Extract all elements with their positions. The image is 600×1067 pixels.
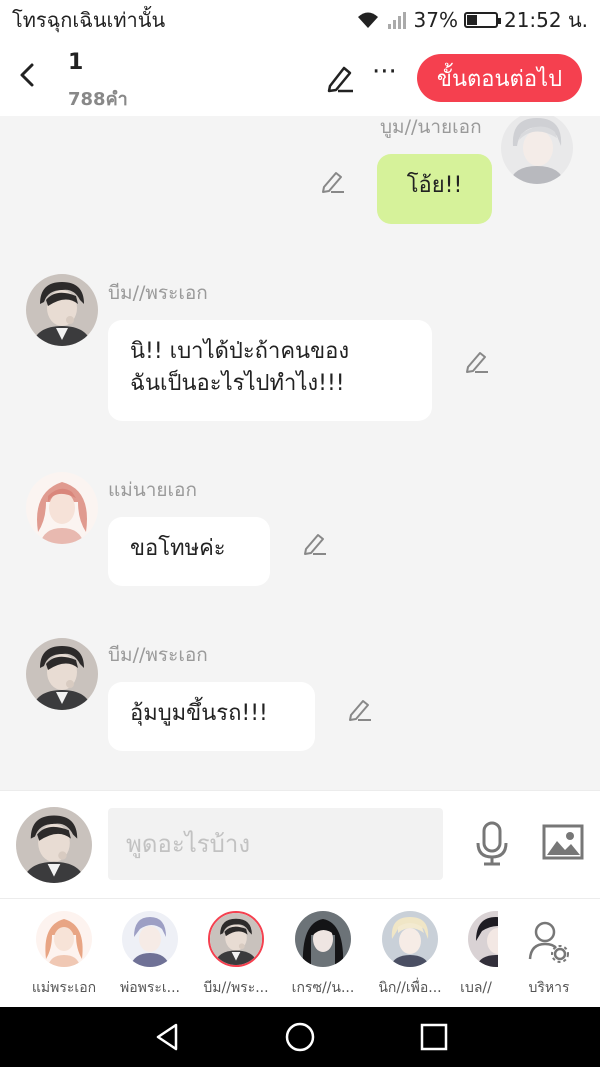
character-item[interactable]: เบล// <box>444 911 508 999</box>
character-name: พ่อพระเ... <box>119 980 181 996</box>
avatar-image <box>26 472 98 544</box>
manage-characters-button[interactable]: บริหาร <box>512 919 586 999</box>
square-recents-icon <box>420 1023 448 1051</box>
character-item[interactable]: นิก//เพื่อ... <box>366 911 454 999</box>
triangle-back-icon <box>156 1023 178 1051</box>
avatar[interactable] <box>26 638 98 710</box>
edit-message-button[interactable] <box>464 348 490 374</box>
nav-home-button[interactable] <box>284 1021 316 1053</box>
carrier-text: โทรฉุกเฉินเท่านั้น <box>12 8 166 32</box>
avatar-image <box>16 807 92 883</box>
system-nav-bar <box>0 1007 600 1067</box>
edit-title-button[interactable] <box>324 62 356 94</box>
avatar-image <box>295 911 351 967</box>
clock-text: 21:52 น. <box>503 8 588 32</box>
message-input-bar <box>0 790 600 898</box>
wifi-icon <box>357 12 378 28</box>
avatar <box>122 911 178 967</box>
word-count: 788คำ <box>68 89 128 110</box>
avatar <box>382 911 438 967</box>
avatar-image <box>382 911 438 967</box>
edit-message-button[interactable] <box>302 530 328 556</box>
message-sender: แม่นายเอก <box>108 479 197 501</box>
back-button[interactable] <box>14 58 42 92</box>
avatar-image <box>122 911 178 967</box>
nav-recents-button[interactable] <box>418 1021 450 1053</box>
status-icons: 37% 21:52 น. <box>356 4 588 36</box>
avatar <box>295 911 351 967</box>
edit-message-button[interactable] <box>320 168 346 194</box>
microphone-icon <box>476 821 508 866</box>
chat-area[interactable]: บูม//นายเอก โอ้ย!! บีม//พระเอก นิ!! เบาไ… <box>0 116 600 790</box>
avatar[interactable] <box>26 472 98 544</box>
message-sender: บีม//พระเอก <box>108 282 208 304</box>
message-line: นิ!! เบาได้ป่ะถ้าคนของ <box>130 339 350 364</box>
character-name: นิก//เพื่อ... <box>378 980 442 996</box>
avatar <box>468 911 498 967</box>
avatar <box>208 911 264 967</box>
message-sender: บีม//พระเอก <box>108 644 208 666</box>
character-name: เบล// <box>460 980 492 996</box>
message-bubble[interactable]: นิ!! เบาได้ป่ะถ้าคนของ ฉันเป็นอะไรไปทำไง… <box>108 320 432 421</box>
message-line: ฉันเป็นอะไรไปทำไง!!! <box>130 371 345 396</box>
avatar-image <box>26 274 98 346</box>
nav-back-button[interactable] <box>152 1021 184 1053</box>
circle-home-icon <box>285 1022 315 1052</box>
pencil-icon <box>466 352 488 373</box>
avatar-image <box>210 913 262 965</box>
manage-label: บริหาร <box>528 980 570 996</box>
message-bubble[interactable]: อุ้มบูมขึ้นรถ!!! <box>108 682 315 751</box>
message-bubble[interactable]: โอ้ย!! <box>377 154 492 224</box>
editor-header: 1 788คำ ··· ขั้นตอนต่อไป <box>0 40 600 116</box>
pencil-icon <box>304 534 326 555</box>
character-item[interactable]: พ่อพระเ... <box>106 911 194 999</box>
battery-percent: 37% <box>413 8 458 32</box>
chevron-left-icon <box>20 63 34 87</box>
character-bar: แม่พระเอก พ่อพระเ... บีม//พระ... เกรซ//น… <box>0 898 600 1007</box>
signal-icon <box>387 12 406 29</box>
pencil-icon <box>327 66 353 93</box>
image-button[interactable] <box>542 824 584 860</box>
character-name: บีม//พระ... <box>203 980 269 996</box>
avatar-image <box>36 911 92 967</box>
edit-message-button[interactable] <box>347 696 373 722</box>
image-icon <box>542 824 584 860</box>
character-name: เกรซ//น... <box>291 980 355 996</box>
avatar-image <box>501 116 573 184</box>
character-item-selected[interactable]: บีม//พระ... <box>192 911 280 999</box>
avatar[interactable] <box>26 274 98 346</box>
character-item[interactable]: แม่พระเอก <box>20 911 108 999</box>
avatar-image <box>468 911 498 967</box>
microphone-button[interactable] <box>474 821 510 867</box>
battery-icon <box>463 12 501 28</box>
avatar[interactable] <box>501 116 573 184</box>
message-input[interactable] <box>108 808 443 880</box>
more-options-button[interactable]: ··· <box>372 59 397 92</box>
avatar <box>36 911 92 967</box>
episode-title: 1 <box>68 50 84 75</box>
avatar-image <box>26 638 98 710</box>
message-sender: บูม//นายเอก <box>380 116 482 138</box>
next-step-button[interactable]: ขั้นตอนต่อไป <box>417 54 582 102</box>
user-settings-icon <box>528 921 569 963</box>
status-bar: โทรฉุกเฉินเท่านั้น 37% 21:52 น. <box>0 0 600 40</box>
pencil-icon <box>322 172 344 193</box>
current-character-avatar[interactable] <box>16 807 92 883</box>
message-bubble[interactable]: ขอโทษค่ะ <box>108 517 270 586</box>
battery-fill <box>466 15 477 25</box>
character-item[interactable]: เกรซ//น... <box>279 911 367 999</box>
character-name: แม่พระเอก <box>31 980 97 996</box>
pencil-icon <box>349 700 371 721</box>
